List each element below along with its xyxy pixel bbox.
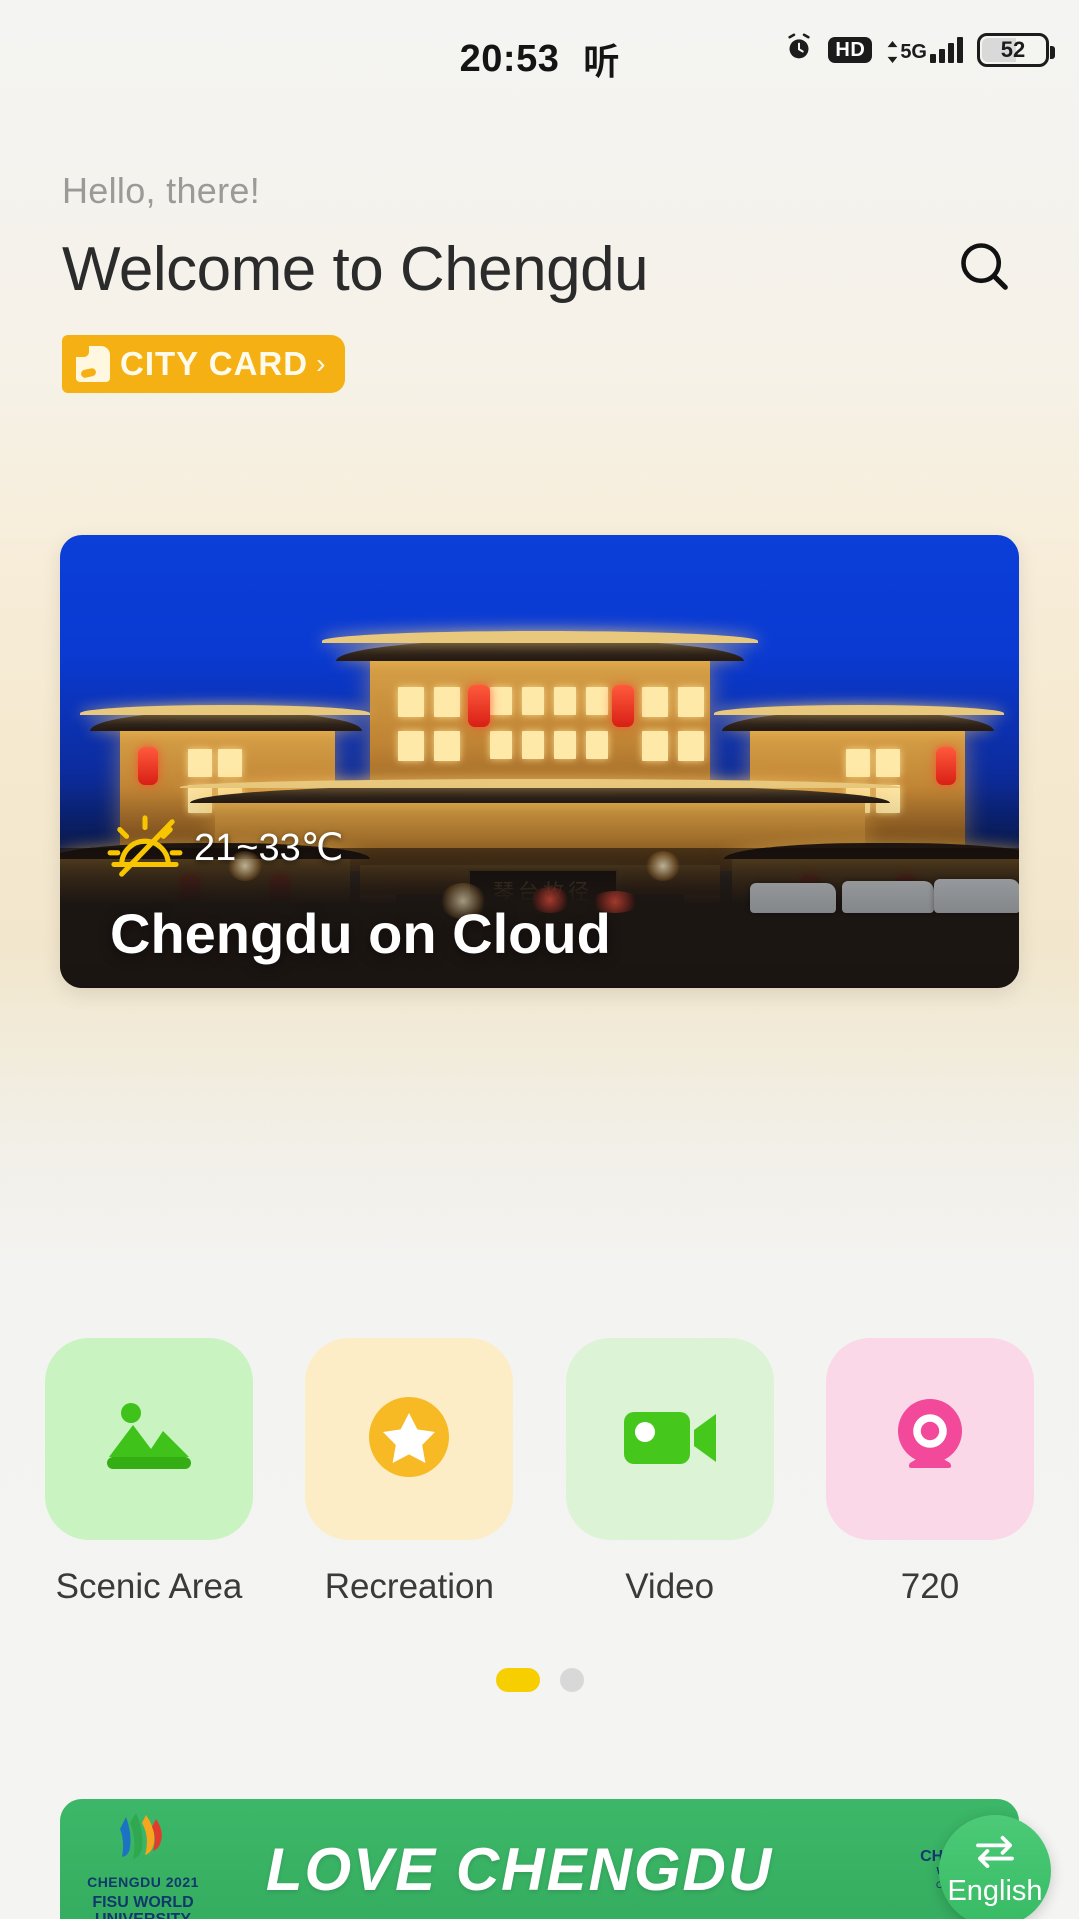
page-title: Welcome to Chengdu: [62, 235, 649, 304]
status-time: 20:53: [459, 37, 560, 80]
hero-weather: 21~33℃: [106, 814, 343, 880]
fisu-org-label: FISU WORLD UNIVERSITY: [92, 1894, 194, 1919]
network-label-group: 5G: [886, 40, 927, 63]
banner-headline: LOVE CHENGDU: [265, 1835, 774, 1903]
battery-percent: 52: [1000, 36, 1026, 62]
language-label: English: [947, 1875, 1043, 1907]
card-icon: [76, 346, 110, 382]
data-transfer-icon: [887, 40, 898, 63]
network-type: 5G: [900, 40, 927, 63]
tile-icon-box: [565, 1338, 774, 1540]
tile-recreation[interactable]: Recreation: [305, 1338, 514, 1607]
network-indicator: 5G: [886, 36, 963, 63]
tile-label: 720: [900, 1567, 960, 1606]
hero-title: Chengdu on Cloud: [110, 902, 611, 965]
fisu-emblem-icon: [112, 1809, 174, 1869]
fisu-year-label: CHENGDU 2021: [87, 1874, 199, 1891]
swap-arrows-icon: [972, 1834, 1018, 1873]
language-toggle-button[interactable]: English: [939, 1815, 1051, 1919]
hd-badge: HD: [828, 36, 873, 63]
signal-bars-icon: [930, 36, 963, 63]
chevron-right-icon: ›: [316, 348, 326, 379]
panorama-camera-icon: [882, 1389, 978, 1490]
tile-label: Scenic Area: [55, 1567, 243, 1606]
tile-label: Recreation: [324, 1567, 494, 1606]
status-cn-indicator: 听: [583, 41, 620, 82]
tile-video[interactable]: Video: [565, 1338, 774, 1607]
tile-icon-box: [305, 1338, 514, 1540]
status-bar-center: 20:53 听: [460, 33, 620, 85]
status-bar-icons: HD 5G 52: [784, 32, 1055, 67]
search-button[interactable]: [953, 238, 1017, 302]
quick-link-grid: Scenic Area Recreation Video 720: [0, 1338, 1079, 1607]
tile-icon-box: [45, 1338, 253, 1540]
status-bar: 20:53 听 HD 5G 52: [0, 0, 1079, 118]
video-camera-icon: [618, 1398, 722, 1481]
sun-icon: [106, 814, 184, 880]
carousel-pagination[interactable]: [0, 1668, 1079, 1692]
alarm-clock-icon: [784, 32, 814, 67]
tile-label: Video: [625, 1567, 715, 1606]
tile-icon-box: [825, 1338, 1034, 1540]
city-card-button[interactable]: CITY CARD ›: [62, 335, 346, 393]
tile-720[interactable]: 720: [825, 1338, 1034, 1607]
greeting-text: Hello, there!: [62, 170, 260, 211]
promo-banner[interactable]: CHENGDU 2021 FISU WORLD UNIVERSITY LOVE …: [60, 1799, 1019, 1919]
pagination-dot[interactable]: [559, 1668, 584, 1692]
search-icon: [956, 238, 1014, 301]
pagination-dot-active[interactable]: [495, 1668, 540, 1692]
temperature-text: 21~33℃: [194, 826, 344, 869]
fisu-logo: CHENGDU 2021 FISU WORLD UNIVERSITY: [60, 1809, 210, 1919]
battery-indicator: 52: [977, 32, 1055, 67]
city-card-label: CITY CARD: [120, 345, 309, 382]
page-header: Hello, there! Welcome to Chengdu CITY CA…: [0, 170, 1079, 393]
title-row: Welcome to Chengdu: [62, 234, 1017, 305]
mountain-landscape-icon: [97, 1391, 201, 1488]
hero-card[interactable]: 琴台故径 21~33℃ Ch: [60, 535, 1019, 988]
star-badge-icon: [361, 1389, 457, 1490]
tile-scenic-area[interactable]: Scenic Area: [45, 1338, 253, 1607]
